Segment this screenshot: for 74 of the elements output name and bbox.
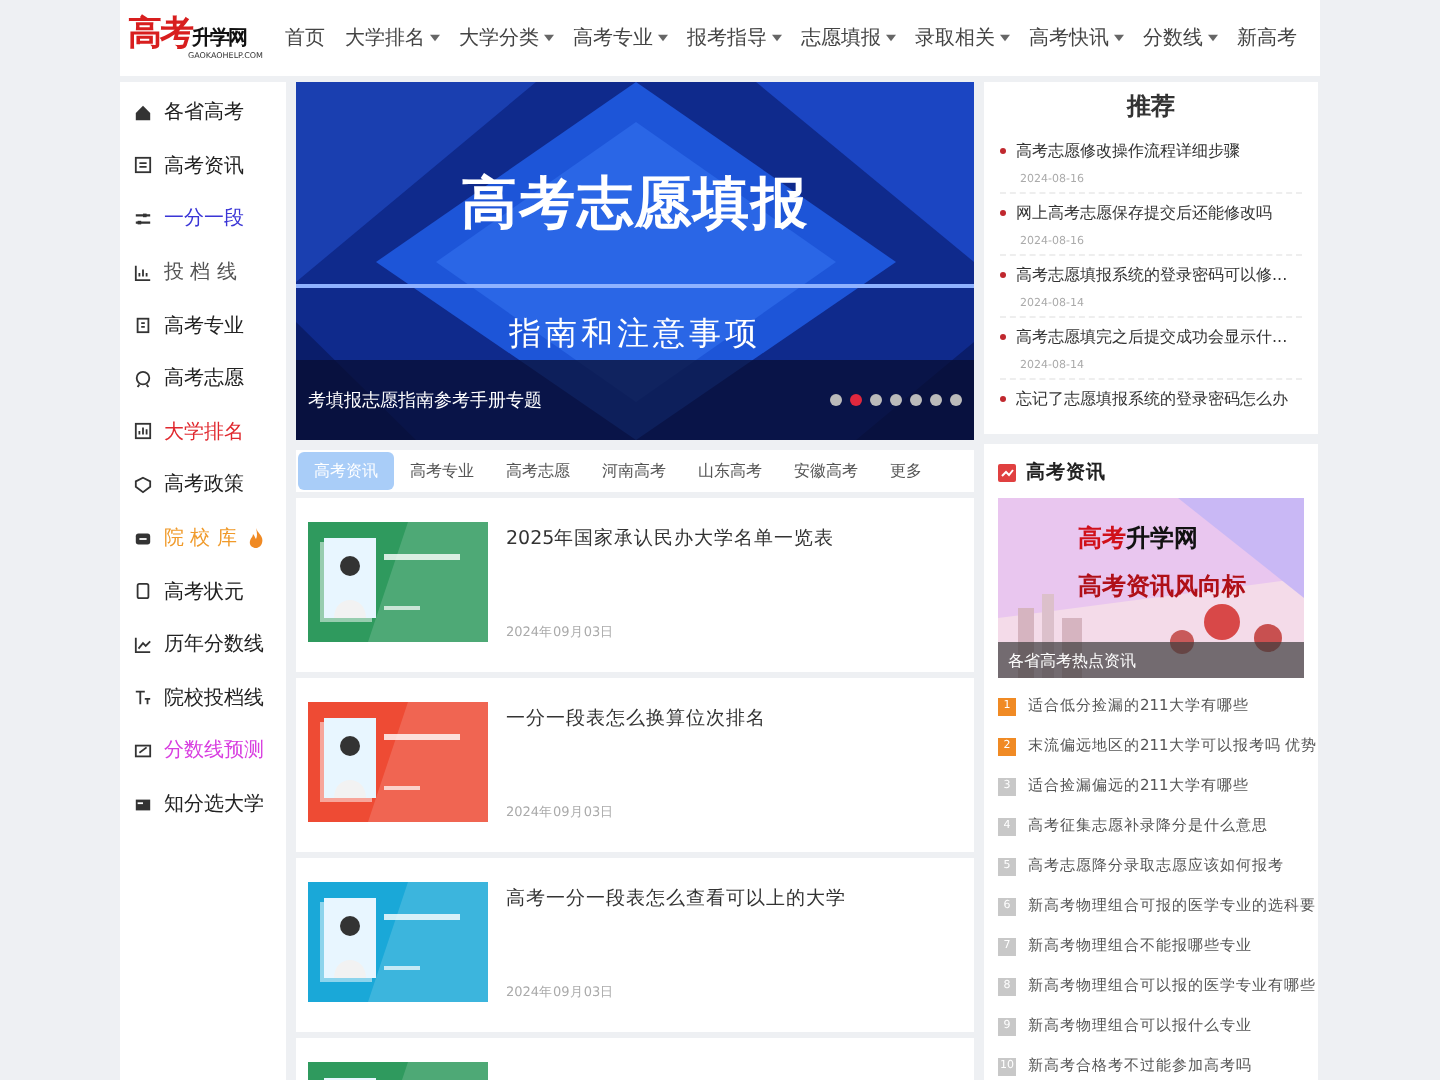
nav-link[interactable]: 大学排名 <box>335 24 449 52</box>
article-title[interactable]: 高考一分一段表怎么查看可以上的大学 <box>506 886 846 912</box>
sidebar-link[interactable]: 各省高考 <box>120 86 286 140</box>
article-title[interactable]: 2025年国家承认民办大学名单一览表 <box>506 526 835 552</box>
sidebar-link[interactable]: 高考政策 <box>120 458 286 512</box>
sidebar-link[interactable]: 大学排名 <box>120 405 286 459</box>
nav-link[interactable]: 高考快讯 <box>1019 24 1133 52</box>
nav-link[interactable]: 首页 <box>275 24 335 52</box>
carousel-dot[interactable] <box>830 394 842 406</box>
carousel-dot[interactable] <box>910 394 922 406</box>
sidebar-link[interactable]: 分数线预测 <box>120 724 286 778</box>
carousel-dot[interactable] <box>870 394 882 406</box>
nav-link[interactable]: 录取相关 <box>905 24 1019 52</box>
bullet-icon <box>1000 148 1006 154</box>
text-icon <box>134 688 152 707</box>
news-icon <box>998 464 1016 482</box>
tab[interactable]: 河南高考 <box>586 452 682 490</box>
recommend-link[interactable]: 高考志愿填完之后提交成功会显示什... <box>1016 326 1288 348</box>
chart-icon <box>134 263 152 282</box>
section-title: 高考资讯 <box>1026 460 1106 486</box>
logo-text[interactable]: 高考 <box>128 17 192 51</box>
nav-link[interactable]: 报考指导 <box>677 24 791 52</box>
sidebar-link[interactable]: 一分一段 <box>120 192 286 246</box>
carousel-dot[interactable] <box>850 394 862 406</box>
sidebar-link[interactable]: 院校投档线 <box>120 671 286 725</box>
tab[interactable]: 山东高考 <box>682 452 778 490</box>
ranking-icon <box>134 422 152 441</box>
phone-icon <box>134 582 152 601</box>
nav-link[interactable]: 新高考 <box>1227 24 1307 52</box>
building-icon <box>134 529 152 548</box>
nav-link[interactable]: 大学分类 <box>449 24 563 52</box>
banner-slogan: 高考资讯风向标 <box>1078 570 1246 604</box>
recommend-link[interactable]: 高考志愿修改操作流程详细步骤 <box>1016 140 1240 162</box>
recommend-link[interactable]: 网上高考志愿保存提交后还能修改吗 <box>1016 202 1272 224</box>
bullet-icon <box>1000 396 1006 402</box>
banner-subheading: 指南和注意事项 <box>507 314 763 356</box>
shield-icon <box>134 475 152 494</box>
document-icon <box>134 156 152 175</box>
tab[interactable]: 高考志愿 <box>490 452 586 490</box>
banner-heading: 高考志愿填报 <box>459 168 811 240</box>
tab[interactable]: 高考专业 <box>394 452 490 490</box>
home-icon <box>134 103 152 122</box>
sidebar-link[interactable]: 高考资讯 <box>120 139 286 193</box>
carousel-dot[interactable] <box>950 394 962 406</box>
bullet-icon <box>1000 334 1006 340</box>
section-title: 推荐 <box>1124 90 1177 124</box>
carousel-dot[interactable] <box>890 394 902 406</box>
bullet-icon <box>1000 210 1006 216</box>
card-icon <box>134 795 152 814</box>
nav-link[interactable]: 志愿填报 <box>791 24 905 52</box>
sidebar-link[interactable]: 高考专业 <box>120 298 286 352</box>
banner-caption[interactable]: 各省高考热点资讯 <box>998 642 1304 678</box>
sliders-icon <box>134 209 152 228</box>
trend-icon <box>134 635 152 654</box>
logo-subtext[interactable]: 升学网 <box>192 29 246 49</box>
recommend-link[interactable]: 高考志愿填报系统的登录密码可以修... <box>1016 264 1288 286</box>
nav-link[interactable]: 分数线 <box>1133 24 1227 52</box>
bullet-icon <box>1000 272 1006 278</box>
tab[interactable]: 安徽高考 <box>778 452 874 490</box>
edit-icon <box>134 741 152 760</box>
banner-brand-suffix: 升学网 <box>1126 524 1198 552</box>
banner-brand: 高考 <box>1078 524 1126 552</box>
sidebar-link[interactable]: 投 档 线 <box>120 245 286 299</box>
carousel-dot[interactable] <box>930 394 942 406</box>
nav-link[interactable]: 高考专业 <box>563 24 677 52</box>
clipboard-icon <box>134 316 152 335</box>
sidebar-link[interactable]: 高考状元 <box>120 564 286 618</box>
sidebar-link[interactable]: 知分选大学 <box>120 777 286 831</box>
tab[interactable]: 更多 <box>874 452 938 490</box>
recommend-link[interactable]: 忘记了志愿填报系统的登录密码怎么办 <box>1016 388 1288 410</box>
sidebar-link[interactable]: 历年分数线 <box>120 617 286 672</box>
sidebar-link[interactable]: 高考志愿 <box>120 351 286 406</box>
banner-caption[interactable]: 考填报志愿指南参考手册专题 <box>308 387 542 413</box>
article-title[interactable]: 一分一段表怎么换算位次排名 <box>506 706 766 732</box>
